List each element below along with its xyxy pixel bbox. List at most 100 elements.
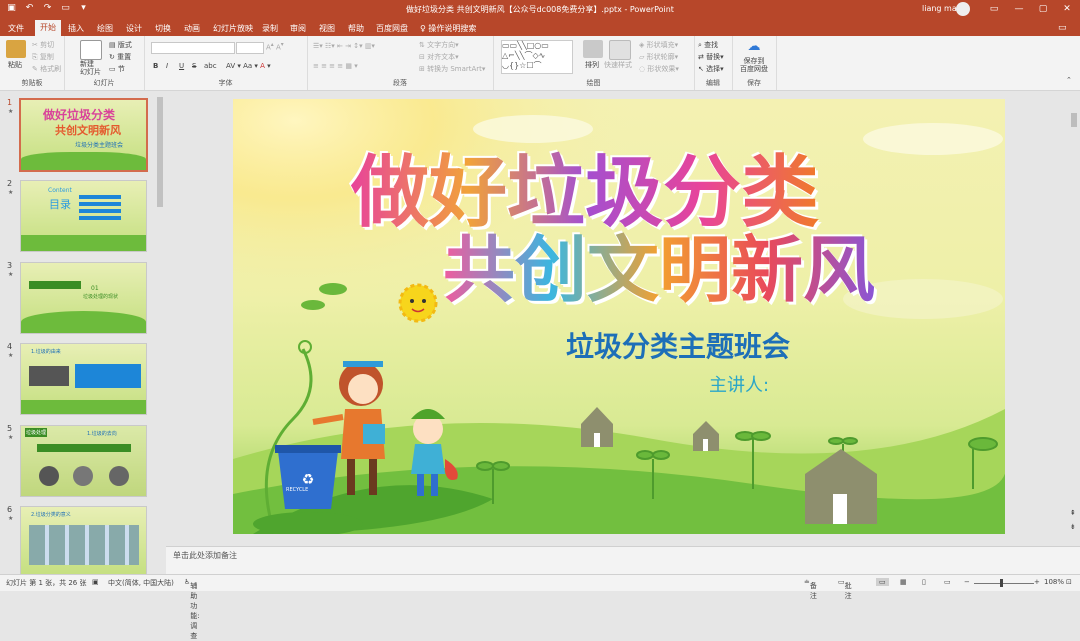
notes-placeholder[interactable]: 单击此处添加备注 [173, 550, 237, 561]
smartart-button[interactable]: ⊞ 转换为 SmartArt▾ [419, 64, 485, 74]
list-icons[interactable]: ☰▾ ☷▾ ⇤ ⇥ ↕▾ ▥▾ [313, 42, 375, 50]
replace-button[interactable]: ⇄ 替换▾ [698, 52, 724, 62]
bold-button[interactable]: B [153, 62, 158, 70]
notes-button[interactable]: ≐ 备注 [804, 578, 817, 600]
align-text-button[interactable]: ⊟ 对齐文本▾ [419, 52, 459, 62]
bin-label: RECYCLE [286, 487, 309, 493]
text-direction-button[interactable]: ⇅ 文字方向▾ [419, 40, 459, 50]
quick-styles-button[interactable]: 快速样式 [604, 60, 632, 70]
arrange-button[interactable]: 排列 [585, 60, 599, 70]
strike-button[interactable]: S [192, 62, 196, 70]
thumb-title: 垃圾处理 [25, 428, 48, 437]
layout-button[interactable]: ▤ 版式 [109, 40, 132, 50]
paste-button[interactable]: 粘贴 [8, 60, 22, 70]
zoom-out-icon[interactable]: − [964, 578, 970, 586]
reading-view-icon[interactable]: ▯ [922, 578, 926, 586]
thumb-menu-bars [79, 195, 121, 221]
slide-thumbnail-1[interactable]: 做好垃圾分类 共创文明新风 垃圾分类主题班会 [19, 98, 148, 172]
spellcheck-icon[interactable]: ▣ [92, 578, 99, 586]
avatar[interactable] [956, 2, 970, 16]
thumbnails-scrollbar[interactable] [156, 91, 165, 574]
user-name[interactable]: liang ma [922, 4, 957, 13]
tab-home[interactable]: 开始 [35, 20, 61, 36]
baidu-cloud-icon[interactable]: ☁ [744, 39, 764, 57]
language-status[interactable]: 中文(简体, 中国大陆) [108, 578, 174, 588]
tell-me-search[interactable]: ♀ 操作说明搜索 [420, 23, 476, 34]
slideshow-icon[interactable]: ▭ [944, 578, 951, 586]
maximize-icon[interactable]: ▢ [1036, 2, 1050, 16]
shadow-button[interactable]: abc [204, 62, 217, 70]
tab-insert[interactable]: 插入 [68, 23, 84, 34]
comments-button[interactable]: ▭ 批注 [838, 578, 852, 600]
slide-sorter-icon[interactable]: ▦ [900, 578, 907, 586]
slide-thumbnail-2[interactable]: Content 目录 [20, 180, 147, 252]
slide-thumbnail-3[interactable]: 01 垃圾处理的现状 [20, 262, 147, 334]
slide-subtitle[interactable]: 垃圾分类主题班会 [566, 325, 790, 365]
tab-transitions[interactable]: 切换 [155, 23, 171, 34]
ribbon-display-icon[interactable]: ▭ [987, 2, 1001, 16]
find-button[interactable]: ⌕ 查找 [698, 40, 718, 50]
select-button[interactable]: ↖ 选择▾ [698, 64, 724, 74]
shapes-gallery[interactable]: ▭▭╲╲□○▭ △⌐╲╲⌒◇∿ ◡{}☆☐⌒ [501, 40, 573, 74]
title-line-1[interactable]: 做好垃圾分类 [351, 151, 819, 235]
title-line-2[interactable]: 共创文明新风 [443, 231, 875, 309]
tab-baidu[interactable]: 百度网盘 [376, 23, 408, 34]
tab-review[interactable]: 审阅 [290, 23, 306, 34]
copy-button[interactable]: ⎘ 复制 [32, 52, 54, 62]
accessibility-status[interactable]: ♿ 辅助功能: 调查 [184, 578, 200, 640]
notes-label: 备注 [809, 582, 817, 600]
next-slide-icon[interactable]: ⇟ [1070, 523, 1076, 531]
thumb-subtitle: Content [48, 187, 72, 194]
font-family-combo[interactable] [151, 42, 235, 54]
comment-icon[interactable]: ▭ [1058, 23, 1067, 33]
notes-pane[interactable]: 单击此处添加备注 [166, 546, 1080, 574]
scrollbar-thumb[interactable] [1071, 113, 1077, 127]
align-icons[interactable]: ≡ ≡ ≡ ≡ ▦ ▾ [313, 62, 358, 70]
tab-file[interactable]: 文件 [8, 23, 24, 34]
shape-effects-button[interactable]: ◌ 形状效果▾ [639, 64, 679, 74]
new-slide-icon[interactable] [80, 40, 102, 60]
zoom-level[interactable]: 108% [1044, 578, 1064, 586]
paste-icon[interactable] [6, 40, 26, 58]
prev-slide-icon[interactable]: ⇞ [1070, 509, 1076, 517]
grow-font-icon[interactable]: A▴ A▾ [266, 42, 284, 51]
group-label: 保存 [747, 79, 761, 87]
shape-fill-button[interactable]: ◈ 形状填充▾ [639, 40, 678, 50]
italic-button[interactable]: I [166, 62, 168, 70]
quick-styles-icon[interactable] [609, 40, 631, 60]
save-to-baidu-button[interactable]: 保存到 百度网盘 [740, 57, 768, 73]
shape-outline-button[interactable]: ▱ 形状轮廓▾ [639, 52, 678, 62]
spacing-icon[interactable]: AV ▾ Aa ▾ A ▾ [226, 62, 271, 70]
slide-thumbnail-6[interactable]: 2.垃圾分类的意义 [20, 506, 147, 574]
cut-button[interactable]: ✂ 剪切 [32, 40, 54, 50]
tab-view[interactable]: 视图 [319, 23, 335, 34]
slide-scrollbar[interactable]: ⇞ ⇟ [1069, 91, 1080, 545]
close-icon[interactable]: ✕ [1060, 2, 1074, 16]
reset-button[interactable]: ↻ 重置 [109, 52, 131, 62]
scrollbar-thumb[interactable] [157, 97, 163, 207]
new-slide-button[interactable]: 新建 幻灯片 [80, 60, 101, 76]
tab-design[interactable]: 设计 [126, 23, 142, 34]
presenter-label[interactable]: 主讲人: [709, 371, 769, 397]
tab-draw[interactable]: 绘图 [97, 23, 113, 34]
font-size-combo[interactable] [236, 42, 264, 54]
slide-thumbnail-5[interactable]: 垃圾处理 1.垃圾的去向 [20, 425, 147, 497]
current-slide[interactable]: ♻ 做好垃圾分类 共创文明新风 垃圾分类主题班会 主讲人: RECYCLE [233, 99, 1005, 534]
tab-animations[interactable]: 动画 [184, 23, 200, 34]
collapse-ribbon-icon[interactable]: ⌃ [1066, 76, 1072, 84]
zoom-slider[interactable] [974, 583, 1034, 584]
zoom-slider-thumb[interactable] [1000, 579, 1003, 587]
tab-help[interactable]: 帮助 [348, 23, 364, 34]
fit-slide-icon[interactable]: ⊡ [1066, 578, 1072, 586]
format-painter-button[interactable]: ✎ 格式刷 [32, 64, 61, 74]
zoom-in-icon[interactable]: + [1034, 578, 1040, 586]
minimize-icon[interactable]: — [1012, 2, 1026, 16]
slide-thumbnails-pane: 1 ★ 做好垃圾分类 共创文明新风 垃圾分类主题班会 2 ★ Content 目… [0, 91, 166, 574]
underline-button[interactable]: U [179, 62, 184, 70]
slide-thumbnail-4[interactable]: 1.垃圾的由来 [20, 343, 147, 415]
arrange-icon[interactable] [583, 40, 603, 58]
tab-record[interactable]: 录制 [262, 23, 278, 34]
normal-view-icon[interactable]: ▭ [876, 578, 889, 586]
section-button[interactable]: ▭ 节 [109, 64, 125, 74]
tab-slideshow[interactable]: 幻灯片放映 [213, 23, 253, 34]
